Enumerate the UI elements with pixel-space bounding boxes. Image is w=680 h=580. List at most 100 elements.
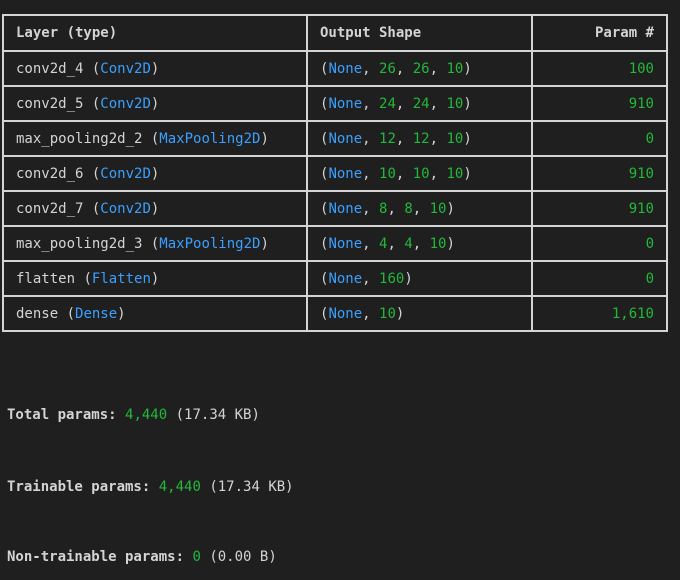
param-count: 100 [628, 60, 654, 77]
shape-none-keyword: None [328, 165, 363, 182]
layer-type: Conv2D [100, 60, 151, 77]
param-count-cell: 0 [531, 225, 668, 262]
shape-dimension: 8 [379, 200, 388, 217]
model-summary-table: Layer (type) Output Shape Param # conv2d… [2, 14, 668, 332]
table-row: flatten (Flatten) (None, 160) 0 [2, 260, 668, 297]
total-params-label: Total params: [7, 407, 117, 423]
total-params-line: Total params: 4,440 (17.34 KB) [7, 407, 260, 423]
output-shape-cell: (None, 4, 4, 10) [306, 225, 533, 262]
shape-none-keyword: None [328, 60, 363, 77]
output-shape-cell: (None, 10, 10, 10) [306, 155, 533, 192]
param-count-cell: 910 [531, 190, 668, 227]
param-count: 0 [645, 270, 654, 287]
shape-dimension: 24 [379, 95, 396, 112]
non-trainable-params-size: (0.00 B) [209, 549, 277, 565]
non-trainable-params-line: Non-trainable params: 0 (0.00 B) [7, 549, 277, 565]
layer-name: conv2d_7 [16, 200, 84, 217]
trainable-params-size: (17.34 KB) [209, 479, 294, 495]
shape-none-keyword: None [328, 305, 363, 322]
output-shape-cell: (None, 12, 12, 10) [306, 120, 533, 157]
layer-name: max_pooling2d_3 [16, 235, 143, 252]
table-header-row: Layer (type) Output Shape Param # [2, 14, 668, 52]
layer-cell: conv2d_6 (Conv2D) [2, 155, 308, 192]
shape-dimension: 10 [446, 60, 464, 77]
shape-none-keyword: None [328, 270, 363, 287]
output-shape-cell: (None, 8, 8, 10) [306, 190, 533, 227]
layer-name: max_pooling2d_2 [16, 130, 143, 147]
output-shape-cell: (None, 160) [306, 260, 533, 297]
layer-cell: dense (Dense) [2, 295, 308, 332]
layer-type: Dense [75, 305, 118, 322]
shape-dimension: 10 [379, 165, 396, 182]
param-count: 910 [628, 95, 654, 112]
shape-dimension: 160 [379, 270, 405, 287]
param-count-cell: 1,610 [531, 295, 668, 332]
table-row: conv2d_5 (Conv2D) (None, 24, 24, 10) 910 [2, 85, 668, 122]
layer-type: Flatten [91, 270, 151, 287]
header-output-shape: Output Shape [306, 14, 533, 52]
shape-dimension: 10 [429, 200, 447, 217]
layer-cell: conv2d_7 (Conv2D) [2, 190, 308, 227]
layer-name: conv2d_6 [16, 165, 84, 182]
shape-dimension: 26 [379, 60, 396, 77]
non-trainable-params-label: Non-trainable params: [7, 549, 185, 565]
output-shape-cell: (None, 26, 26, 10) [306, 50, 533, 87]
param-count-cell: 910 [531, 85, 668, 122]
param-count-cell: 0 [531, 120, 668, 157]
layer-cell: conv2d_4 (Conv2D) [2, 50, 308, 87]
layer-type: Conv2D [100, 200, 151, 217]
layer-cell: max_pooling2d_3 (MaxPooling2D) [2, 225, 308, 262]
param-count-cell: 100 [531, 50, 668, 87]
param-count: 910 [628, 165, 654, 182]
layer-name: conv2d_5 [16, 95, 84, 112]
table-row: conv2d_4 (Conv2D) (None, 26, 26, 10) 100 [2, 50, 668, 87]
layer-type: MaxPooling2D [159, 130, 261, 147]
output-shape-cell: (None, 10) [306, 295, 533, 332]
shape-dimension: 12 [379, 130, 396, 147]
layer-cell: flatten (Flatten) [2, 260, 308, 297]
param-count: 1,610 [611, 305, 654, 322]
shape-dimension: 26 [412, 60, 430, 77]
table-row: conv2d_6 (Conv2D) (None, 10, 10, 10) 910 [2, 155, 668, 192]
param-count: 0 [645, 235, 654, 252]
layer-cell: max_pooling2d_2 (MaxPooling2D) [2, 120, 308, 157]
trainable-params-line: Trainable params: 4,440 (17.34 KB) [7, 479, 294, 495]
trainable-params-label: Trainable params: [7, 479, 151, 495]
shape-dimension: 10 [429, 235, 447, 252]
shape-dimension: 10 [446, 165, 464, 182]
shape-none-keyword: None [328, 95, 363, 112]
trainable-params-value: 4,440 [158, 479, 201, 495]
layer-name: flatten [16, 270, 76, 287]
shape-dimension: 12 [412, 130, 430, 147]
shape-none-keyword: None [328, 235, 363, 252]
table-row: max_pooling2d_2 (MaxPooling2D) (None, 12,… [2, 120, 668, 157]
layer-name: dense [16, 305, 59, 322]
layer-cell: conv2d_5 (Conv2D) [2, 85, 308, 122]
shape-dimension: 10 [379, 305, 396, 322]
shape-dimension: 24 [412, 95, 430, 112]
param-count-cell: 0 [531, 260, 668, 297]
shape-dimension: 8 [404, 200, 413, 217]
table-row: dense (Dense) (None, 10) 1,610 [2, 295, 668, 332]
param-count: 910 [628, 200, 654, 217]
total-params-value: 4,440 [125, 407, 168, 423]
non-trainable-params-value: 0 [192, 549, 201, 565]
shape-dimension: 10 [446, 95, 464, 112]
shape-none-keyword: None [328, 130, 363, 147]
header-layer-type: Layer (type) [2, 14, 308, 52]
table-row: conv2d_7 (Conv2D) (None, 8, 8, 10) 910 [2, 190, 668, 227]
param-count-cell: 910 [531, 155, 668, 192]
layer-type: MaxPooling2D [159, 235, 261, 252]
layer-type: Conv2D [100, 165, 151, 182]
shape-dimension: 10 [446, 130, 464, 147]
param-count: 0 [645, 130, 654, 147]
shape-dimension: 4 [379, 235, 388, 252]
table-row: max_pooling2d_3 (MaxPooling2D) (None, 4, … [2, 225, 668, 262]
total-params-size: (17.34 KB) [175, 407, 260, 423]
shape-dimension: 4 [404, 235, 413, 252]
shape-none-keyword: None [328, 200, 363, 217]
header-param-count: Param # [531, 14, 668, 52]
layer-name: conv2d_4 [16, 60, 84, 77]
shape-dimension: 10 [412, 165, 430, 182]
layer-type: Conv2D [100, 95, 151, 112]
